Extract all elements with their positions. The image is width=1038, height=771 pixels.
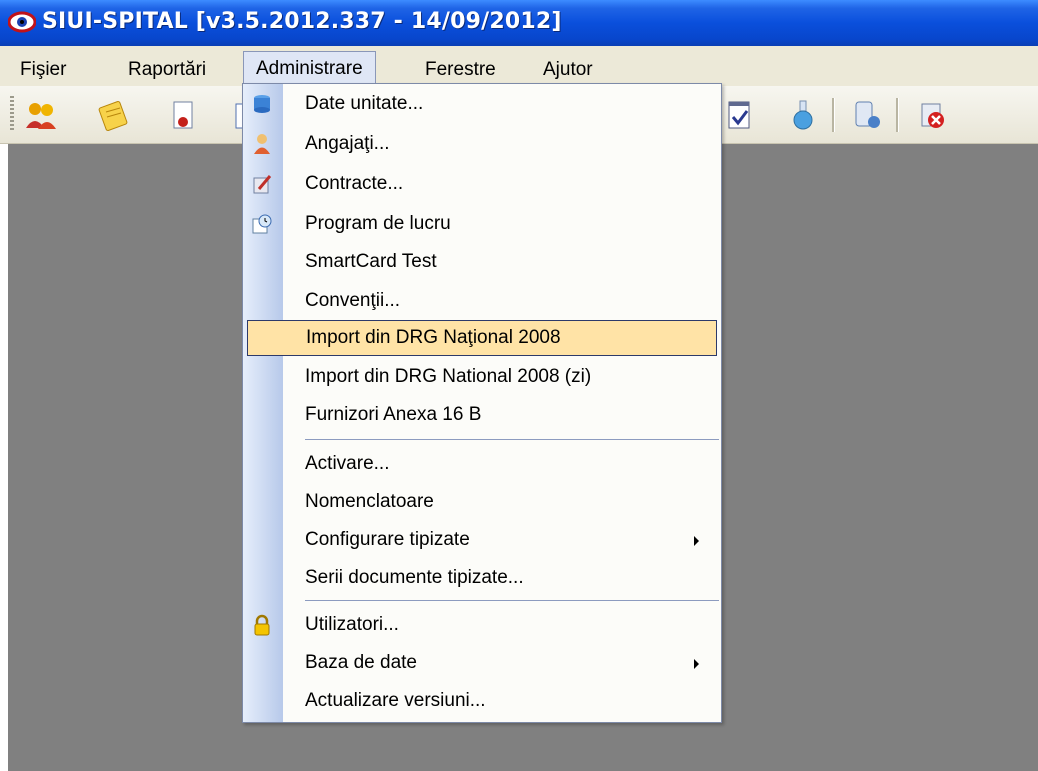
- menu-item-label: Date unitate...: [305, 93, 424, 114]
- contract-edit-icon: [253, 175, 272, 194]
- menu-item-baza-de-date[interactable]: Baza de date: [243, 645, 721, 681]
- menu-item-label: Serii documente tipizate...: [305, 567, 524, 588]
- menu-separator: [305, 600, 719, 601]
- menu-fisier[interactable]: Fişier: [20, 54, 66, 86]
- menu-item-actualizare-versiuni[interactable]: Actualizare versiuni...: [243, 683, 721, 719]
- menu-item-serii-documente[interactable]: Serii documente tipizate...: [243, 560, 721, 596]
- menu-item-configurare-tipizate[interactable]: Configurare tipizate: [243, 522, 721, 558]
- database-icon: [254, 95, 270, 113]
- menu-item-label: Angajaţi...: [305, 133, 390, 154]
- menu-item-nomenclatoare[interactable]: Nomenclatoare: [243, 484, 721, 520]
- menu-item-label: Baza de date: [305, 652, 417, 673]
- document-certificate-icon[interactable]: [166, 98, 200, 132]
- menu-ajutor[interactable]: Ajutor: [543, 54, 593, 86]
- window-left-border: [0, 144, 8, 771]
- menu-item-date-unitate[interactable]: Date unitate...: [243, 86, 721, 122]
- menu-item-activare[interactable]: Activare...: [243, 446, 721, 482]
- toolbar-grip[interactable]: [10, 96, 14, 132]
- menu-item-smartcard-test[interactable]: SmartCard Test: [243, 244, 721, 280]
- padlock-icon: [254, 614, 270, 636]
- lab-flask-icon[interactable]: [786, 98, 820, 132]
- menu-item-label: SmartCard Test: [305, 251, 437, 272]
- menu-item-label: Convenţii...: [305, 290, 401, 311]
- report-check-icon[interactable]: [722, 98, 756, 132]
- menu-item-label: Actualizare versiuni...: [305, 690, 486, 711]
- menu-item-label: Activare...: [305, 453, 390, 474]
- menu-item-program-de-lucru[interactable]: Program de lucru: [243, 206, 721, 242]
- menu-item-import-drg-2008-zi[interactable]: Import din DRG National 2008 (zi): [243, 359, 721, 395]
- menu-item-label: Import din DRG Naţional 2008: [306, 327, 561, 348]
- menu-item-label: Import din DRG National 2008 (zi): [305, 366, 592, 387]
- administrare-dropdown: Date unitate... Angajaţi... Contracte...…: [242, 83, 722, 723]
- menu-bar: Fişier Raportări Administrare Ferestre A…: [0, 46, 1038, 86]
- schedule-clock-icon: [252, 214, 272, 234]
- menu-item-conventii[interactable]: Convenţii...: [243, 283, 721, 319]
- menu-administrare[interactable]: Administrare: [243, 51, 376, 86]
- title-bar[interactable]: SIUI-SPITAL [v3.5.2012.337 - 14/09/2012]: [0, 0, 1038, 46]
- menu-item-import-drg-2008[interactable]: Import din DRG Naţional 2008: [247, 320, 717, 356]
- menu-item-contracte[interactable]: Contracte...: [243, 166, 721, 202]
- database-user-icon[interactable]: [850, 98, 884, 132]
- menu-item-furnizori-anexa[interactable]: Furnizori Anexa 16 B: [243, 397, 721, 433]
- menu-separator: [305, 439, 719, 440]
- exit-icon[interactable]: [914, 98, 948, 132]
- menu-item-label: Configurare tipizate: [305, 529, 470, 550]
- eye-icon: [8, 11, 36, 33]
- users-icon[interactable]: [24, 98, 58, 132]
- menu-item-utilizatori[interactable]: Utilizatori...: [243, 607, 721, 643]
- submenu-arrow-icon: [694, 536, 699, 546]
- notes-icon[interactable]: [96, 98, 130, 132]
- menu-item-label: Contracte...: [305, 173, 404, 194]
- employee-icon: [254, 134, 270, 154]
- menu-item-angajati[interactable]: Angajaţi...: [243, 126, 721, 162]
- menu-rapoarte[interactable]: Raportări: [128, 54, 206, 86]
- menu-item-label: Program de lucru: [305, 213, 451, 234]
- submenu-arrow-icon: [694, 659, 699, 669]
- toolbar-separator: [896, 98, 899, 132]
- window-title: SIUI-SPITAL [v3.5.2012.337 - 14/09/2012]: [42, 9, 562, 34]
- menu-item-label: Furnizori Anexa 16 B: [305, 404, 482, 425]
- menu-item-label: Utilizatori...: [305, 614, 399, 635]
- menu-item-label: Nomenclatoare: [305, 491, 434, 512]
- toolbar-separator: [832, 98, 835, 132]
- menu-ferestre[interactable]: Ferestre: [425, 54, 496, 86]
